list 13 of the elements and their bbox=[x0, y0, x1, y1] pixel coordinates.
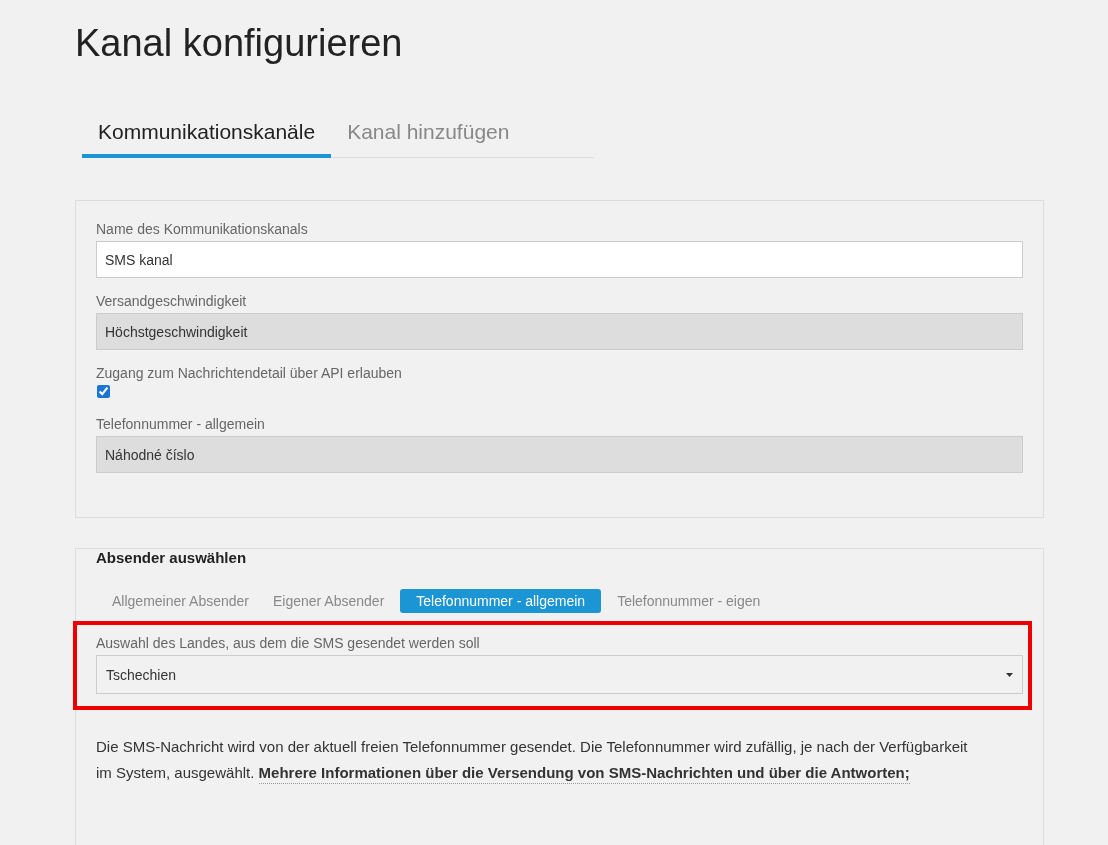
info-paragraph: Die SMS-Nachricht wird von der aktuell freien Telefonnummer gesendet. Die Telefonnummer wird zufällig, je nach der Verfügbarkeit im System, ausgewählt. Mehrere Informationen über die Versendung von SMS-Nachrichten und über die Antworten; bbox=[96, 734, 986, 786]
field-label: Telefonnummer - allgemein bbox=[96, 416, 266, 432]
page-title: Kanal konfigurieren bbox=[75, 21, 404, 66]
caret-icon bbox=[1006, 672, 1013, 677]
tab[interactable]: Kommunikationskanäle bbox=[82, 112, 332, 158]
field-label: Zugang zum Nachrichtendetail über API erlauben bbox=[96, 365, 403, 381]
country-dropdown[interactable]: Tschechien bbox=[96, 655, 1023, 694]
field-label: Name des Kommunikationskanals bbox=[96, 221, 309, 237]
field-label: Versandgeschwindigkeit bbox=[96, 293, 248, 309]
info-link[interactable]: Mehrere Informationen über die Versendung von SMS-Nachrichten und über die Antworten; bbox=[258, 763, 910, 784]
field-label: Auswahl des Landes, aus dem die SMS gesendet werden soll bbox=[96, 635, 481, 651]
checkbox[interactable] bbox=[97, 385, 110, 398]
input-field[interactable]: SMS kanal bbox=[96, 241, 1023, 278]
